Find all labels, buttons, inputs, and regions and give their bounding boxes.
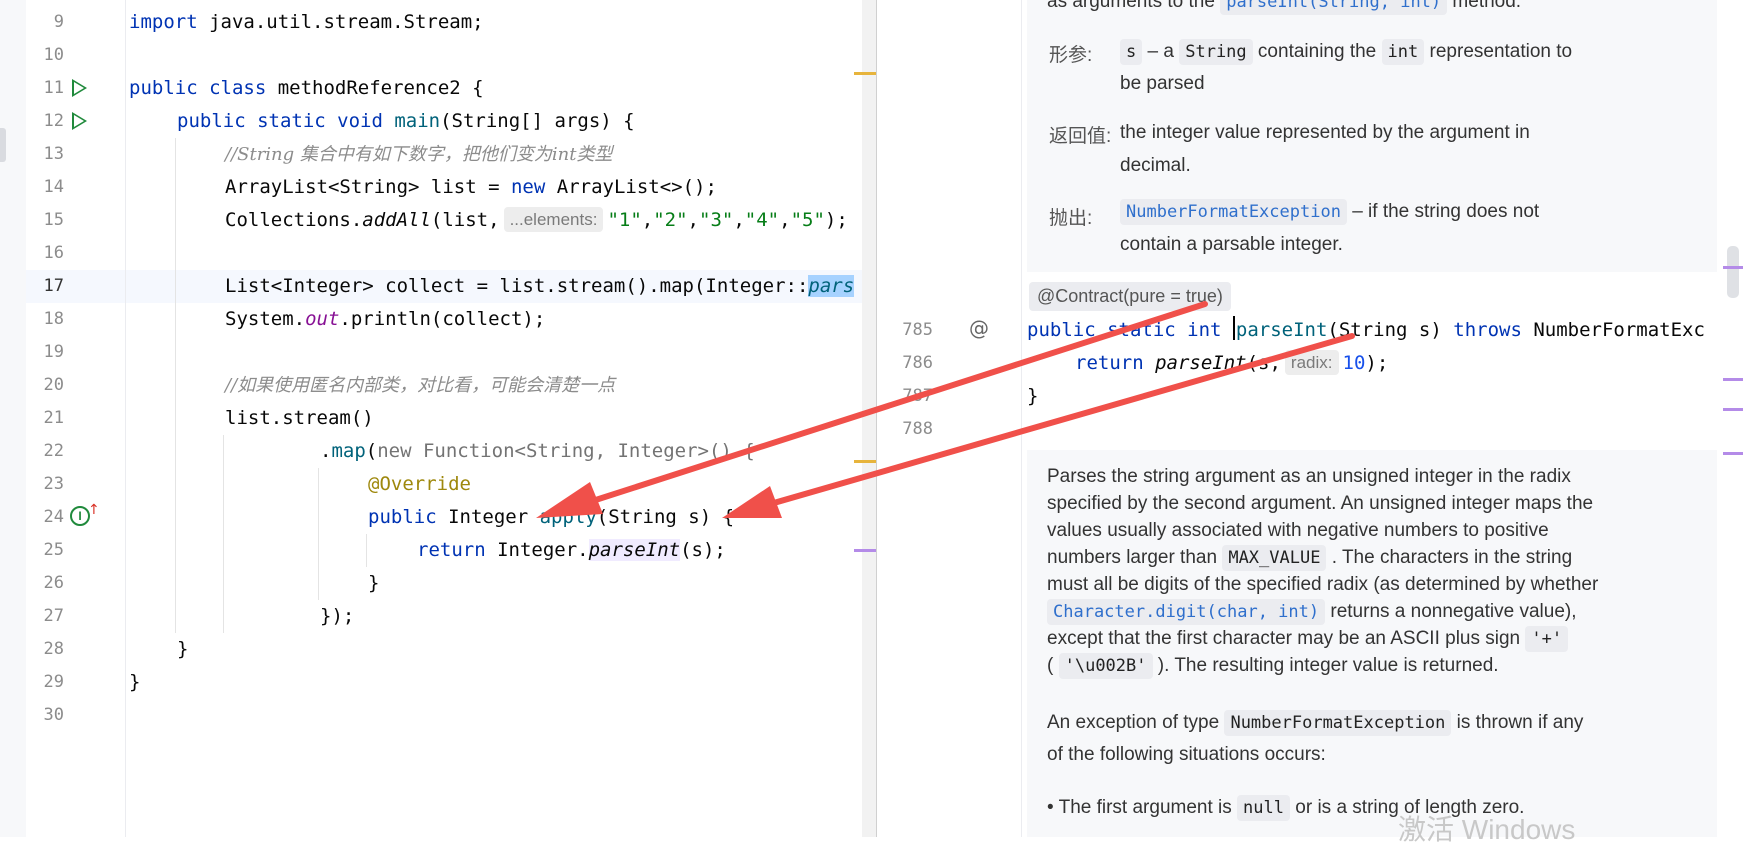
annotation-arrows — [536, 301, 1355, 518]
arrow-to-integer-return-type — [536, 301, 1208, 518]
